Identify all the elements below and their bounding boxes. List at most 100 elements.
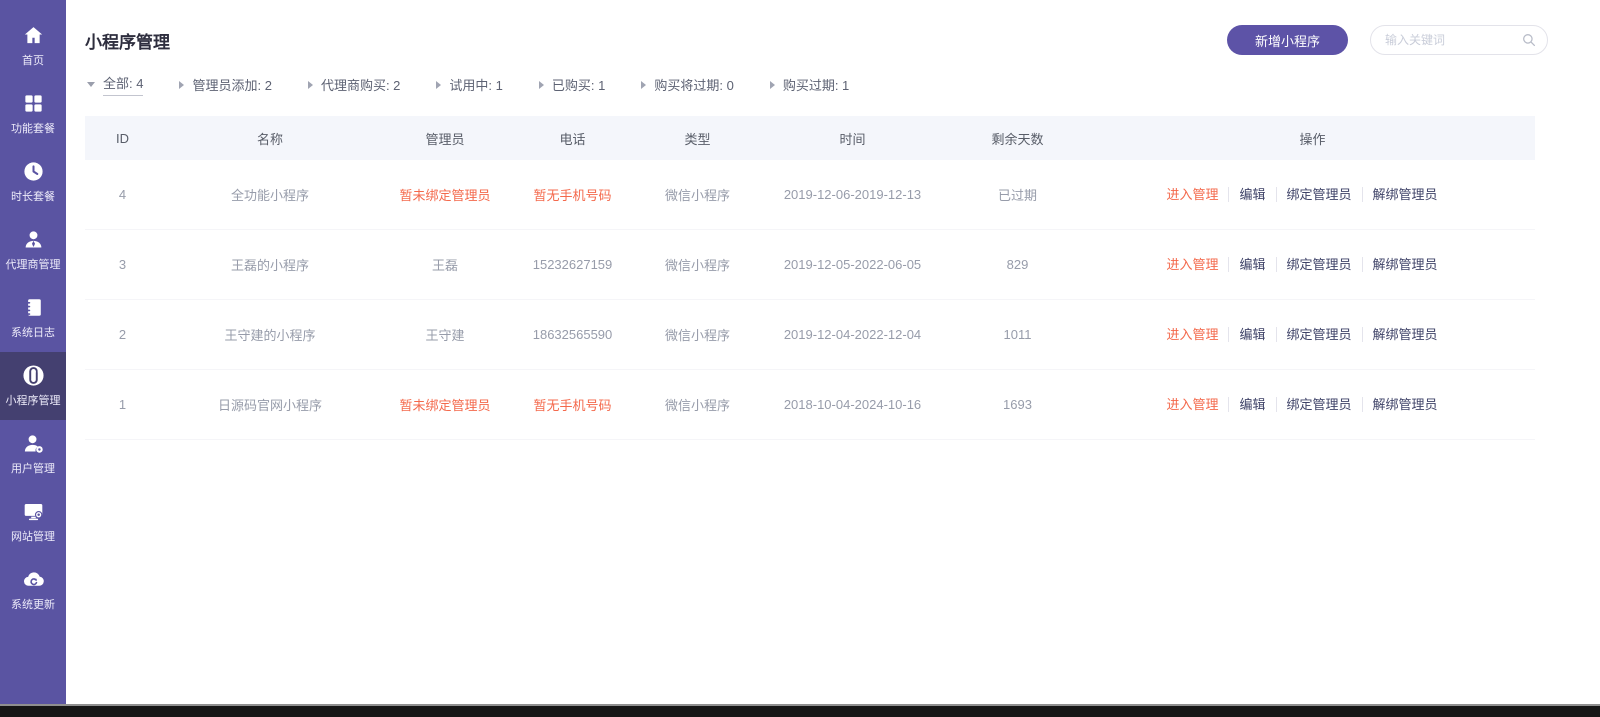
filter-tab[interactable]: 代理商购买: 2 <box>308 75 400 94</box>
filter-tab[interactable]: 购买过期: 1 <box>770 75 849 94</box>
column-header-type: 类型 <box>635 129 760 148</box>
table-row: 1 日源码官网小程序 暂未绑定管理员 暂无手机号码 微信小程序 2018-10-… <box>85 370 1535 440</box>
sidebar-item-label: 系统更新 <box>11 596 55 612</box>
column-header-time: 时间 <box>760 129 945 148</box>
cell-days: 1011 <box>945 327 1090 342</box>
cell-admin: 暂未绑定管理员 <box>380 185 510 204</box>
filter-tab[interactable]: 已购买: 1 <box>539 75 605 94</box>
miniprogram-icon <box>22 364 45 387</box>
action-link[interactable]: 绑定管理员 <box>1276 397 1362 412</box>
miniprogram-table: ID 名称 管理员 电话 类型 时间 剩余天数 操作 4 全功能小程序 暂未绑定… <box>85 116 1535 440</box>
sidebar-item-system-log[interactable]: 系统日志 <box>0 284 66 352</box>
sidebar-item-duration-packages[interactable]: 时长套餐 <box>0 148 66 216</box>
action-link[interactable]: 绑定管理员 <box>1276 257 1362 272</box>
cell-days: 1693 <box>945 397 1090 412</box>
search-box <box>1370 25 1548 55</box>
sidebar-item-label: 时长套餐 <box>11 188 55 204</box>
sidebar-item-website-management[interactable]: 网站管理 <box>0 488 66 556</box>
cell-name: 日源码官网小程序 <box>160 395 380 414</box>
cell-actions: 进入管理 编辑 绑定管理员 解绑管理员 <box>1090 187 1535 202</box>
action-link[interactable]: 进入管理 <box>1156 187 1228 202</box>
search-icon[interactable] <box>1520 31 1538 49</box>
action-link[interactable]: 进入管理 <box>1156 257 1228 272</box>
column-header-days: 剩余天数 <box>945 129 1090 148</box>
main-content: 小程序管理 新增小程序 全部: 4 管理 <box>66 0 1600 704</box>
triangle-icon <box>179 81 184 89</box>
sidebar-item-miniprogram-management[interactable]: 小程序管理 <box>0 352 66 420</box>
page-title: 小程序管理 <box>85 28 170 53</box>
sidebar-item-label: 功能套餐 <box>11 120 55 136</box>
filter-tab[interactable]: 全部: 4 <box>87 73 143 96</box>
sidebar-item-label: 用户管理 <box>11 460 55 476</box>
sidebar-item-agent-management[interactable]: 代理商管理 <box>0 216 66 284</box>
column-header-phone: 电话 <box>510 129 635 148</box>
sidebar-item-label: 网站管理 <box>11 528 55 544</box>
cell-type: 微信小程序 <box>635 395 760 414</box>
action-link[interactable]: 编辑 <box>1228 257 1275 272</box>
filter-tab-label: 代理商购买: 2 <box>321 75 400 94</box>
column-header-id: ID <box>85 131 160 146</box>
bottom-strip <box>0 704 1600 717</box>
app-window: 首页 功能套餐 时长套餐 代理商管理 系统日志 <box>0 0 1600 717</box>
action-link[interactable]: 编辑 <box>1228 397 1275 412</box>
triangle-icon <box>436 81 441 89</box>
action-link[interactable]: 编辑 <box>1228 187 1275 202</box>
cell-id: 3 <box>85 257 160 272</box>
user-gear-icon <box>22 432 45 455</box>
triangle-icon <box>539 81 544 89</box>
topbar-actions: 新增小程序 <box>1227 25 1548 55</box>
cell-phone: 18632565590 <box>510 327 635 342</box>
triangle-icon <box>641 81 646 89</box>
sidebar-item-user-management[interactable]: 用户管理 <box>0 420 66 488</box>
sidebar-item-function-packages[interactable]: 功能套餐 <box>0 80 66 148</box>
table-header-row: ID 名称 管理员 电话 类型 时间 剩余天数 操作 <box>85 116 1535 160</box>
cell-type: 微信小程序 <box>635 255 760 274</box>
log-icon <box>22 296 45 319</box>
action-link[interactable]: 解绑管理员 <box>1362 257 1448 272</box>
sidebar-item-home[interactable]: 首页 <box>0 12 66 80</box>
sidebar-item-label: 小程序管理 <box>6 392 61 408</box>
action-link[interactable]: 绑定管理员 <box>1276 327 1362 342</box>
triangle-icon <box>87 82 95 87</box>
site-gear-icon <box>22 500 45 523</box>
table-row: 2 王守建的小程序 王守建 18632565590 微信小程序 2019-12-… <box>85 300 1535 370</box>
filter-tab[interactable]: 管理员添加: 2 <box>179 75 271 94</box>
action-link[interactable]: 解绑管理员 <box>1362 327 1448 342</box>
cell-days: 829 <box>945 257 1090 272</box>
table-row: 3 王磊的小程序 王磊 15232627159 微信小程序 2019-12-05… <box>85 230 1535 300</box>
action-link[interactable]: 进入管理 <box>1156 327 1228 342</box>
cell-name: 王磊的小程序 <box>160 255 380 274</box>
action-link[interactable]: 编辑 <box>1228 327 1275 342</box>
filter-tab-label: 已购买: 1 <box>552 75 605 94</box>
filter-tabs: 全部: 4 管理员添加: 2 代理商购买: 2 试用中: 1 <box>66 73 1600 96</box>
filter-tab[interactable]: 购买将过期: 0 <box>641 75 733 94</box>
cell-admin: 王磊 <box>380 255 510 274</box>
cell-admin: 暂未绑定管理员 <box>380 395 510 414</box>
table-body: 4 全功能小程序 暂未绑定管理员 暂无手机号码 微信小程序 2019-12-06… <box>85 160 1535 440</box>
topbar: 小程序管理 新增小程序 <box>66 0 1600 55</box>
cell-time: 2019-12-06-2019-12-13 <box>760 187 945 202</box>
add-miniprogram-button[interactable]: 新增小程序 <box>1227 25 1348 55</box>
triangle-icon <box>308 81 313 89</box>
action-link[interactable]: 进入管理 <box>1156 397 1228 412</box>
sidebar-item-system-update[interactable]: 系统更新 <box>0 556 66 624</box>
agent-icon <box>22 228 45 251</box>
sidebar-item-label: 首页 <box>22 52 44 68</box>
cell-actions: 进入管理 编辑 绑定管理员 解绑管理员 <box>1090 327 1535 342</box>
triangle-icon <box>770 81 775 89</box>
filter-tab[interactable]: 试用中: 1 <box>436 75 502 94</box>
filter-tab-label: 购买将过期: 0 <box>654 75 733 94</box>
action-link[interactable]: 解绑管理员 <box>1362 187 1448 202</box>
cell-actions: 进入管理 编辑 绑定管理员 解绑管理员 <box>1090 257 1535 272</box>
action-link[interactable]: 解绑管理员 <box>1362 397 1448 412</box>
home-icon <box>22 24 45 47</box>
table-row: 4 全功能小程序 暂未绑定管理员 暂无手机号码 微信小程序 2019-12-06… <box>85 160 1535 230</box>
cell-actions: 进入管理 编辑 绑定管理员 解绑管理员 <box>1090 397 1535 412</box>
cell-id: 4 <box>85 187 160 202</box>
cell-time: 2019-12-04-2022-12-04 <box>760 327 945 342</box>
grid-icon <box>22 92 45 115</box>
column-header-name: 名称 <box>160 129 380 148</box>
filter-tab-label: 管理员添加: 2 <box>192 75 271 94</box>
cell-name: 全功能小程序 <box>160 185 380 204</box>
action-link[interactable]: 绑定管理员 <box>1276 187 1362 202</box>
